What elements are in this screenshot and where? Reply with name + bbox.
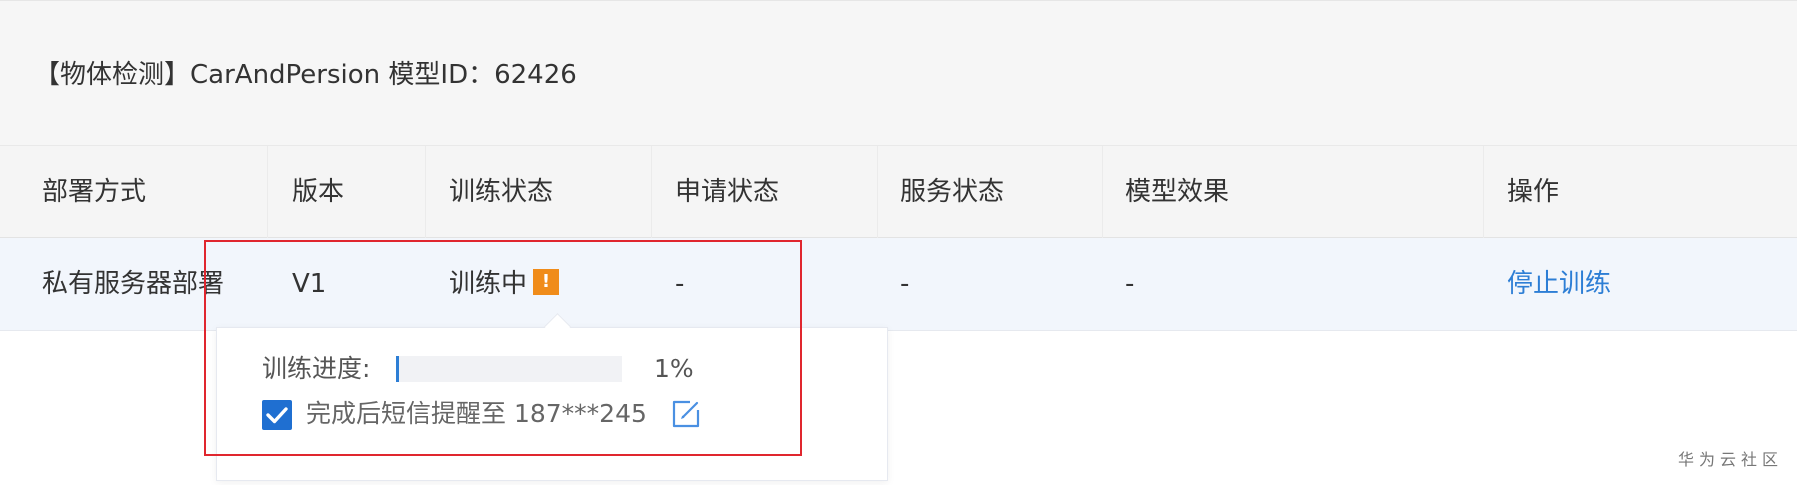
progress-percent: 1% (654, 354, 694, 383)
table-header: 部署方式 版本 训练状态 申请状态 服务状态 模型效果 操作 (0, 145, 1797, 238)
column-divider (425, 146, 426, 238)
column-divider (1483, 146, 1484, 238)
model-title: 【物体检测】CarAndPersion 模型ID：62426 (34, 60, 577, 90)
progress-bar-fill (396, 356, 399, 382)
header-service-status: 服务状态 (900, 177, 1005, 207)
column-divider (651, 146, 652, 238)
table-row: 私有服务器部署 V1 训练中! - - - 停止训练 (0, 238, 1797, 331)
column-divider (267, 146, 268, 238)
cell-deploy-method: 私有服务器部署 (42, 269, 225, 299)
stop-training-link[interactable]: 停止训练 (1507, 238, 1611, 330)
edit-icon[interactable] (670, 398, 702, 430)
progress-label: 训练进度: (262, 354, 371, 383)
cell-model-effect: - (1125, 269, 1135, 299)
cell-training-status: 训练中! (449, 238, 560, 330)
progress-bar (396, 356, 622, 382)
header-actions: 操作 (1507, 177, 1560, 207)
header-version: 版本 (292, 177, 345, 207)
header-apply-status: 申请状态 (675, 177, 780, 207)
warning-icon[interactable]: ! (533, 268, 560, 295)
cell-service-status: - (900, 269, 910, 299)
model-panel-header: 【物体检测】CarAndPersion 模型ID：62426 (0, 0, 1797, 145)
column-divider (877, 146, 878, 238)
cell-version: V1 (292, 269, 327, 299)
header-model-effect: 模型效果 (1125, 177, 1230, 207)
column-divider (1102, 146, 1103, 238)
sms-reminder-label: 完成后短信提醒至 187***245 (306, 399, 647, 428)
sms-reminder-checkbox[interactable] (262, 400, 292, 430)
header-training-status: 训练状态 (449, 177, 554, 207)
check-icon (266, 407, 288, 424)
watermark: 华为云社区 (1677, 450, 1783, 469)
training-status-text: 训练中 (449, 269, 528, 299)
cell-apply-status: - (675, 269, 685, 299)
header-deploy-method: 部署方式 (42, 177, 147, 207)
